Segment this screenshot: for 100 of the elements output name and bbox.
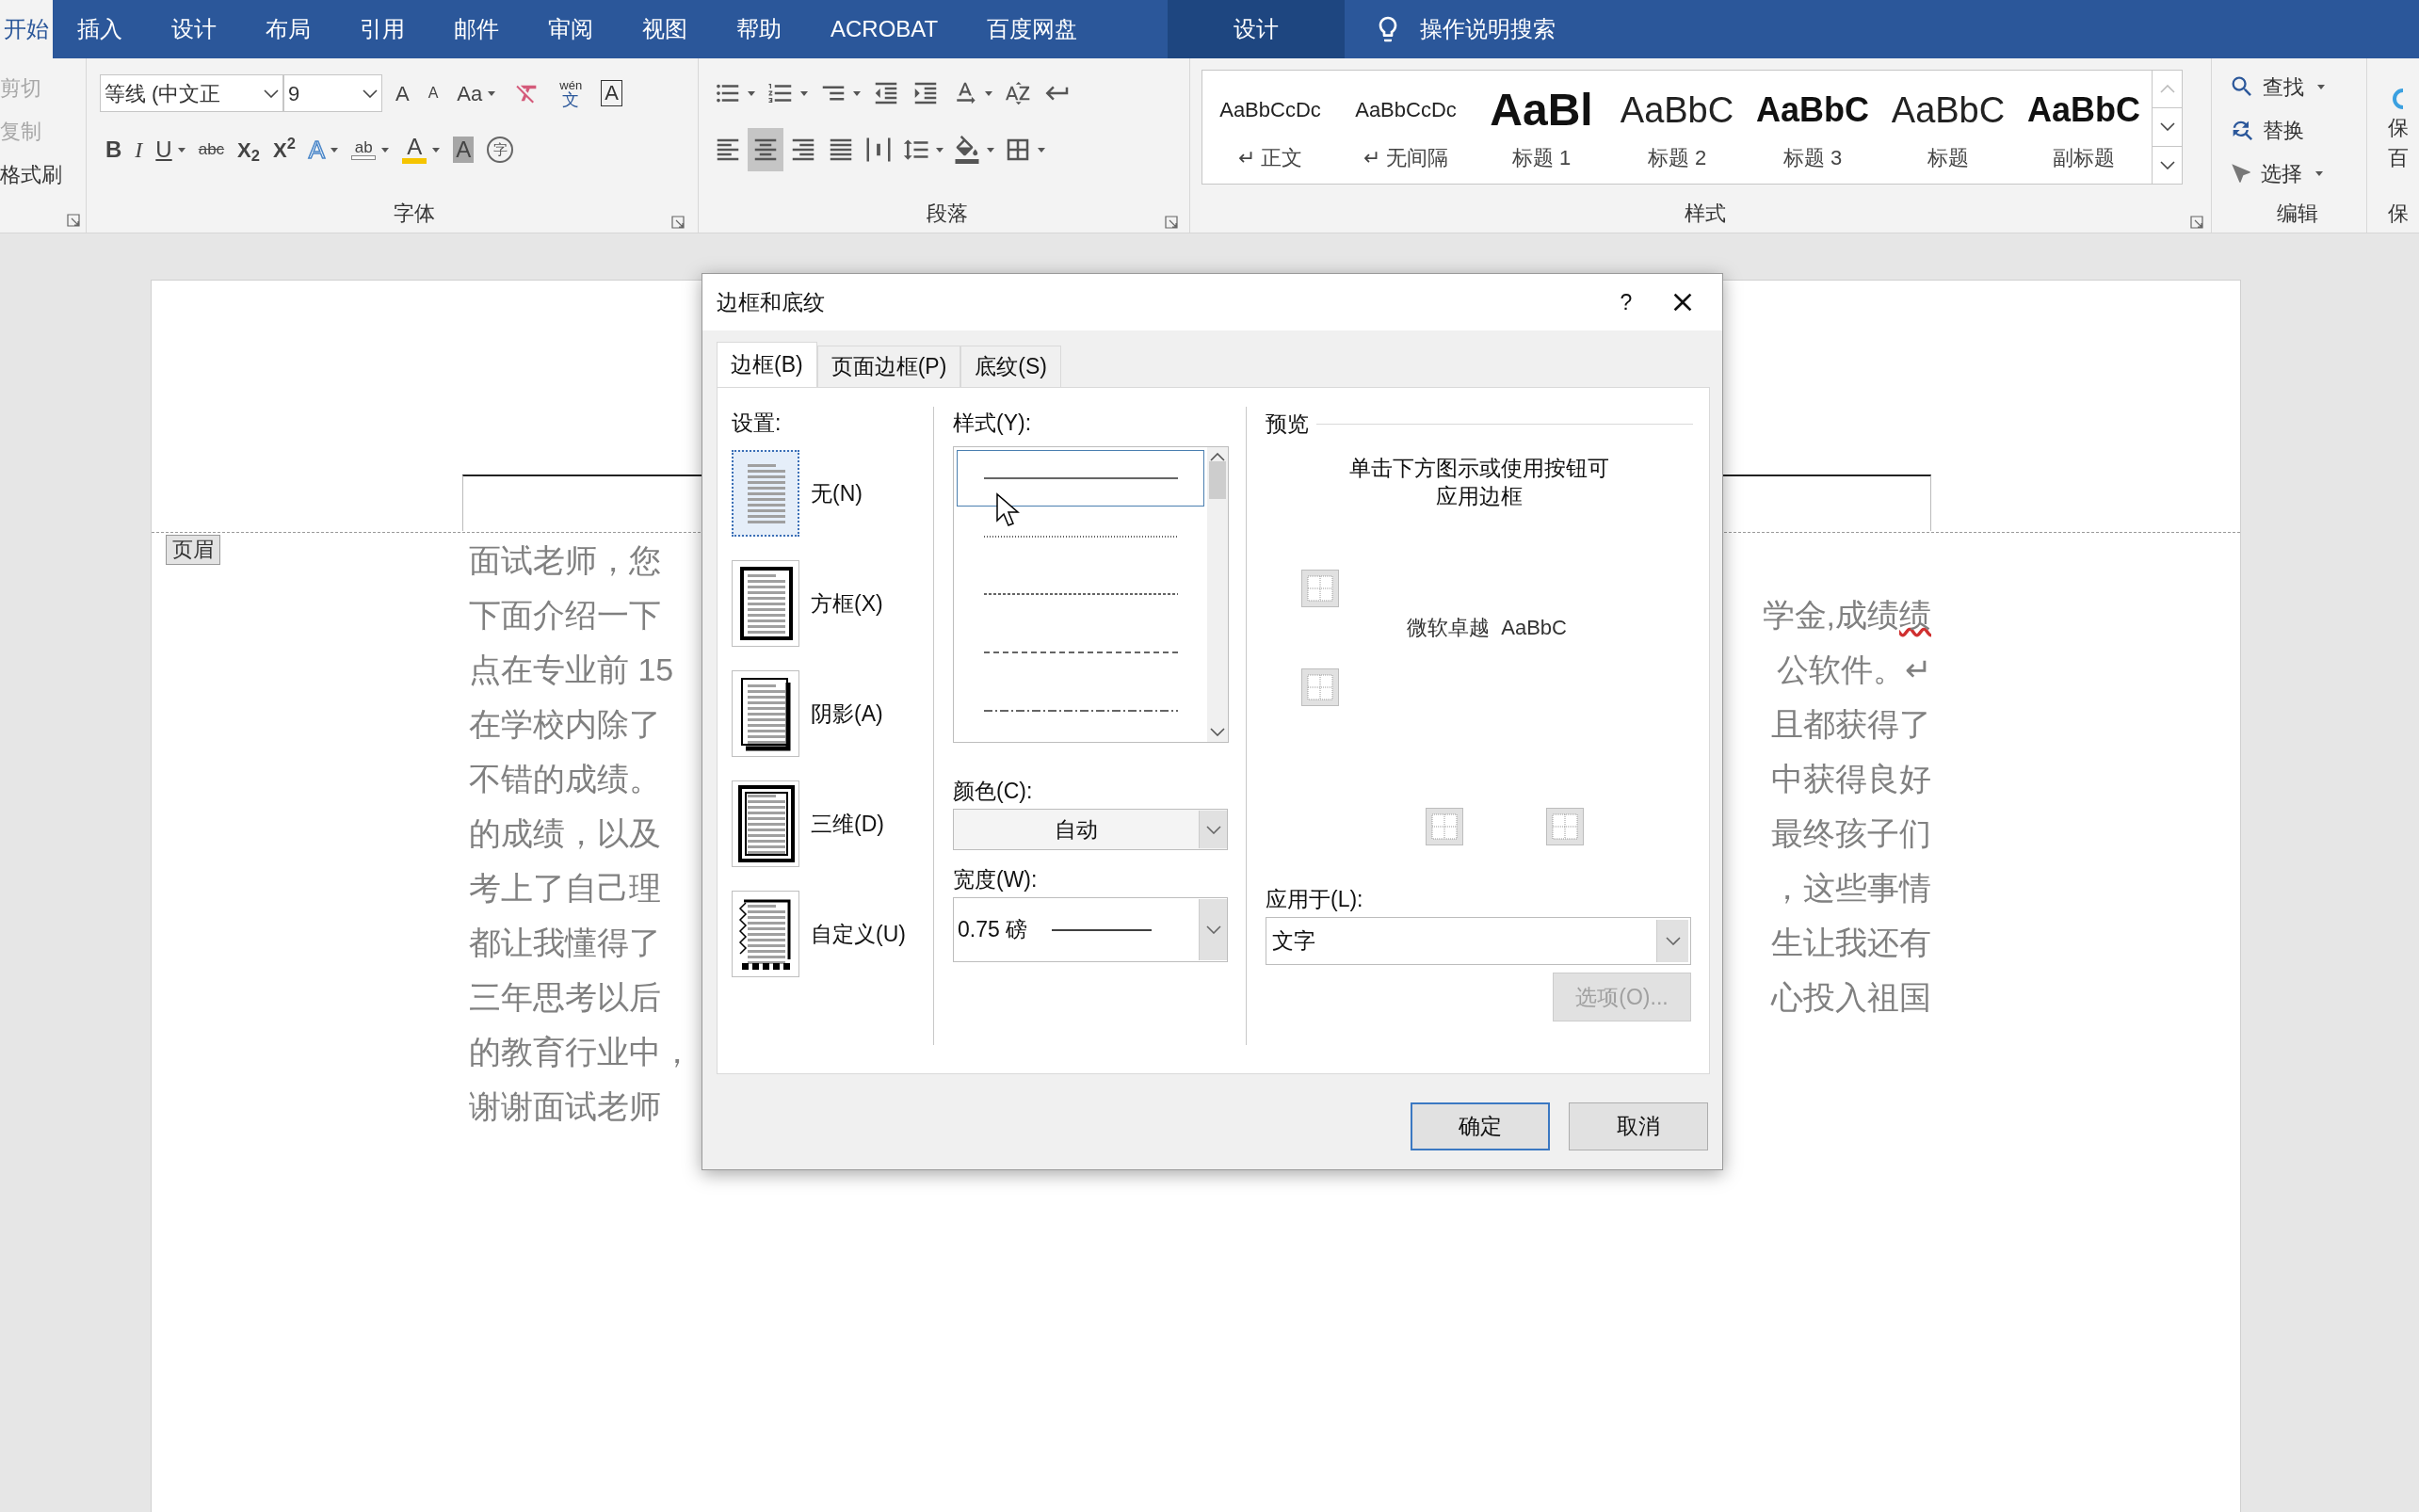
chevron-down-icon [1205,925,1221,934]
color-button[interactable]: A [396,130,446,169]
highlight-button[interactable]: ab [346,130,395,169]
group-label: 编辑 [2277,201,2318,227]
replace-button[interactable]: 替换 [2229,109,2366,151]
border-grid-icon [1431,813,1458,840]
section-label: 设置: [732,410,782,437]
border-toggle-button[interactable] [1301,570,1339,607]
ribbon-tab[interactable]: 插入 [53,0,147,58]
shading-button[interactable]: A [447,130,480,169]
style-sample: AaBbC [2027,88,2140,131]
style-sample: AaBbC [1756,88,1869,131]
ribbon-tab[interactable]: 布局 [241,0,335,58]
ribbon-button-label[interactable]: 百 [2387,143,2409,173]
context-tab[interactable]: 设计 [1168,0,1346,58]
line-style-option[interactable] [957,450,1204,507]
sub-button[interactable]: X$_{2}$ [232,130,266,169]
ribbon-tab[interactable]: 视图 [618,0,712,58]
super-button[interactable]: X$^{2}$ [267,130,301,169]
style-gallery-item[interactable]: AaBbC 标题 3 [1745,71,1880,184]
caret-icon [488,90,496,96]
body-text-line: 考上了自己理 [469,869,661,908]
style-gallery-item[interactable]: AaBbC 副标题 [2016,71,2152,184]
dialog-tab[interactable]: 页面边框(P) [816,346,961,387]
ribbon-tab[interactable]: 开始 [0,0,53,58]
dialog-tab[interactable]: 边框(B) [717,342,817,387]
border-setting-option[interactable]: 三维(D) [732,780,933,867]
find-button[interactable]: 查找 [2229,66,2366,107]
ribbon-tab[interactable]: 百度网盘 [962,0,1103,58]
ribbon-tab[interactable]: ACROBAT [806,0,963,58]
caret-icon [936,147,943,153]
grow-button[interactable]: A [390,73,415,113]
dialog-button[interactable]: 取消 [1569,1102,1708,1150]
pinyin-text: wén [559,78,583,91]
caret-icon [985,90,992,96]
align-center-button[interactable] [748,128,783,171]
sort-icon [1004,79,1032,107]
font-name-field[interactable]: 等线 (中文正 [100,74,283,112]
style-sample: AaBbCcDc [1219,96,1321,123]
case-button[interactable]: Aa [451,73,502,113]
ribbon-tab[interactable]: 引用 [335,0,429,58]
body-text-line: 的成绩，以及 [469,814,661,853]
charborder-button[interactable]: A [595,73,628,113]
chevron-down-icon [2159,122,2175,132]
dialog-launcher-icon[interactable] [67,214,80,227]
border-toggle-button[interactable] [1546,808,1584,845]
underline-button[interactable]: U [150,130,191,169]
border-setting-option[interactable]: 方框(X) [732,560,933,647]
shrink-button[interactable]: A [422,73,444,113]
line-style-list[interactable] [953,446,1229,743]
preview-sample-text: 微软卓越 AaBbC [1407,615,1567,641]
gallery-down-button[interactable] [2153,107,2182,147]
help-button[interactable]: ? [1598,279,1654,326]
border-setting-option[interactable]: 自定义(U) [732,891,933,977]
tell-me-search[interactable]: 操作说明搜索 [1373,0,1556,58]
body-text-line: 且都获得了 [1771,705,1931,744]
ribbon-tab[interactable]: 设计 [147,0,241,58]
body-text-line: ，这些事情 [1771,869,1931,908]
width-dropdown[interactable]: 0.75 磅 [953,897,1228,962]
distributed-icon [864,136,893,164]
style-gallery-item[interactable]: AaBbCcDc ↵ 正文 [1202,71,1338,184]
chevron-down-icon [2159,160,2175,169]
body-text-line: 都让我懂得了 [469,924,661,962]
preview-hint: 单击下方图示或使用按钮可 [1349,455,1609,482]
dialog-button[interactable]: 确定 [1411,1102,1550,1150]
pointer-icon [2229,161,2253,185]
border-toggle-button[interactable] [1301,668,1339,706]
ribbon-tab[interactable]: 帮助 [712,0,806,58]
dialog-launcher-icon[interactable] [671,216,685,229]
enclose-button[interactable]: 字 [481,130,520,169]
style-name: 标题 2 [1647,144,1707,171]
ribbon-tab[interactable]: 邮件 [429,0,524,58]
chevron-down-icon [1205,825,1221,834]
apply-to-dropdown[interactable]: 文字 [1266,917,1691,965]
scrollbar[interactable] [1207,447,1228,742]
style-gallery-item[interactable]: AaBbCcDc ↵ 无间隔 [1338,71,1474,184]
style-gallery-item[interactable]: AaBbC 标题 [1880,71,2016,184]
clipboard-button[interactable]: 格式刷 [0,156,86,192]
dialog-launcher-icon[interactable] [1165,216,1178,229]
style-gallery-item[interactable]: AaBbC 标题 2 [1609,71,1745,184]
font-size-field[interactable]: 9 [283,74,382,112]
strike-button[interactable]: abc [192,130,231,169]
dialog-tab[interactable]: 底纹(S) [960,346,1061,387]
border-toggle-button[interactable] [1426,808,1463,845]
chevron-down-icon [1665,937,1681,945]
phonetic-button[interactable]: wén 文 [554,73,589,113]
color-dropdown[interactable]: 自动 [953,809,1228,850]
ribbon-button-label[interactable]: 保 [2387,113,2409,143]
scrollbar-thumb[interactable] [1209,461,1226,499]
group-label: 保 [2387,201,2409,227]
group-label: 字体 [393,201,435,227]
style-gallery-item[interactable]: AaBl 标题 1 [1474,71,1609,184]
italic-button[interactable]: I [129,130,149,169]
bold-button[interactable]: B [100,130,128,169]
border-setting-option[interactable]: 无(N) [732,450,933,537]
ribbon-tab[interactable]: 审阅 [524,0,618,58]
dialog-launcher-icon[interactable] [2190,216,2203,229]
border-setting-option[interactable]: 阴影(A) [732,670,933,757]
caret-icon [2317,84,2325,89]
select-button[interactable]: 选择 [2229,153,2366,194]
